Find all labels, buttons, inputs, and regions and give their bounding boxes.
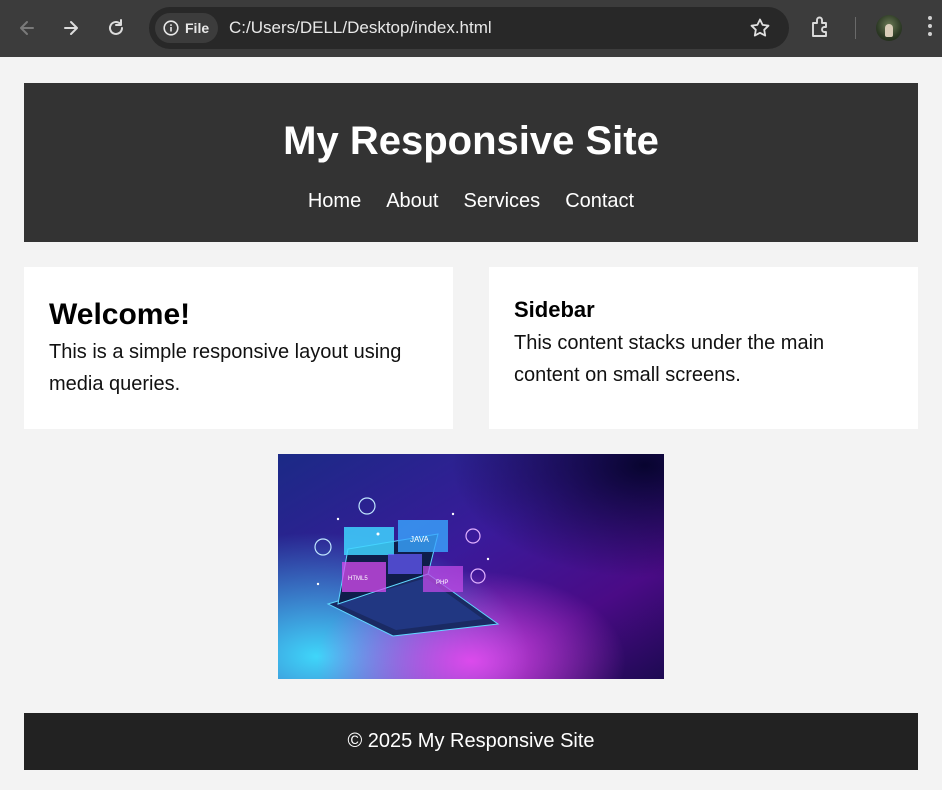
site-title: My Responsive Site: [283, 119, 659, 163]
sidebar-heading: Sidebar: [514, 297, 595, 322]
welcome-heading: Welcome!: [49, 298, 191, 331]
back-icon: [20, 21, 34, 35]
welcome-text: This is a simple responsive layout using…: [49, 341, 402, 395]
site-info-chip[interactable]: File: [155, 13, 218, 43]
reload-icon: [109, 19, 123, 35]
main-nav: Home About Services Contact: [24, 189, 918, 213]
star-icon[interactable]: [749, 17, 771, 39]
extensions-icon[interactable]: [808, 14, 834, 40]
chip-label: File: [185, 20, 210, 36]
toolbar-divider: [855, 17, 856, 39]
sidebar: Sidebar This content stacks under the ma…: [489, 267, 918, 429]
panel-label-java: JAVA: [410, 535, 429, 544]
site-footer: © 2025 My Responsive Site: [24, 713, 918, 770]
back-button[interactable]: [10, 11, 44, 45]
nav-about-link[interactable]: About: [386, 189, 438, 213]
nav-services-link[interactable]: Services: [463, 189, 540, 213]
site-header: My Responsive Site Home About Services C…: [24, 83, 918, 242]
panel-label-php: PHP: [436, 580, 448, 586]
nav-contact-link[interactable]: Contact: [565, 189, 634, 213]
main-content: Welcome! This is a simple responsive lay…: [24, 267, 453, 429]
nav-home-link[interactable]: Home: [308, 189, 361, 213]
browser-toolbar: File C:/Users/DELL/Desktop/index.html: [0, 0, 942, 57]
reload-button[interactable]: [99, 11, 133, 45]
forward-button[interactable]: [54, 11, 88, 45]
forward-icon: [64, 21, 78, 35]
info-icon: [163, 20, 179, 36]
hero-image: JAVA HTML5 PHP: [278, 454, 664, 679]
footer-text: © 2025 My Responsive Site: [347, 730, 595, 752]
menu-icon[interactable]: [928, 16, 932, 40]
avatar[interactable]: [876, 15, 902, 41]
address-bar[interactable]: File C:/Users/DELL/Desktop/index.html: [149, 7, 789, 49]
url-text[interactable]: C:/Users/DELL/Desktop/index.html: [229, 18, 492, 38]
panel-label-html5: HTML5: [348, 576, 368, 582]
sidebar-text: This content stacks under the main conte…: [514, 332, 825, 386]
